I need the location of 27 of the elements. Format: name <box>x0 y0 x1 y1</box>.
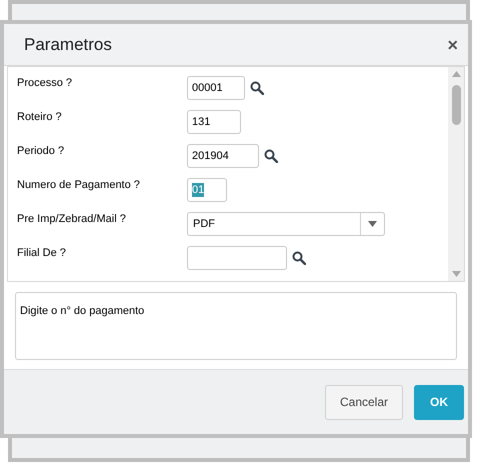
dropdown[interactable]: PDF <box>187 212 385 236</box>
parameter-label: Processo ? <box>17 76 74 91</box>
search-icon[interactable] <box>292 251 306 265</box>
parameter-label: Periodo ? <box>17 144 66 159</box>
parameter-label: Filial De ? <box>17 246 67 261</box>
scrollbar[interactable] <box>448 67 464 281</box>
close-button[interactable]: × <box>447 36 458 54</box>
scroll-up-icon[interactable] <box>452 71 460 77</box>
parameter-label: Roteiro ? <box>17 110 63 125</box>
input-field[interactable]: 00001 <box>187 76 245 100</box>
input-field[interactable]: 131 <box>187 110 241 134</box>
selected-text: 01 <box>192 183 204 197</box>
cancel-button[interactable]: Cancelar <box>325 384 403 420</box>
scroll-down-icon[interactable] <box>452 271 460 277</box>
selected-text: 131 <box>192 115 210 129</box>
search-icon[interactable] <box>250 81 264 95</box>
parameter-label: Pre Imp/Zebrad/Mail ? <box>17 212 127 227</box>
search-icon[interactable] <box>264 149 278 163</box>
input-field[interactable]: 201904 <box>187 144 259 168</box>
input-field[interactable] <box>187 246 287 270</box>
dropdown-arrow-icon <box>368 221 377 227</box>
help-text: Digite o n° do pagamento <box>20 305 144 317</box>
scroll-thumb[interactable] <box>452 85 460 125</box>
dialog-title: Parametros <box>24 34 112 56</box>
parameter-label: Numero de Pagamento ? <box>17 178 141 193</box>
selected-text: 201904 <box>192 149 229 163</box>
selected-text: 00001 <box>192 81 223 95</box>
